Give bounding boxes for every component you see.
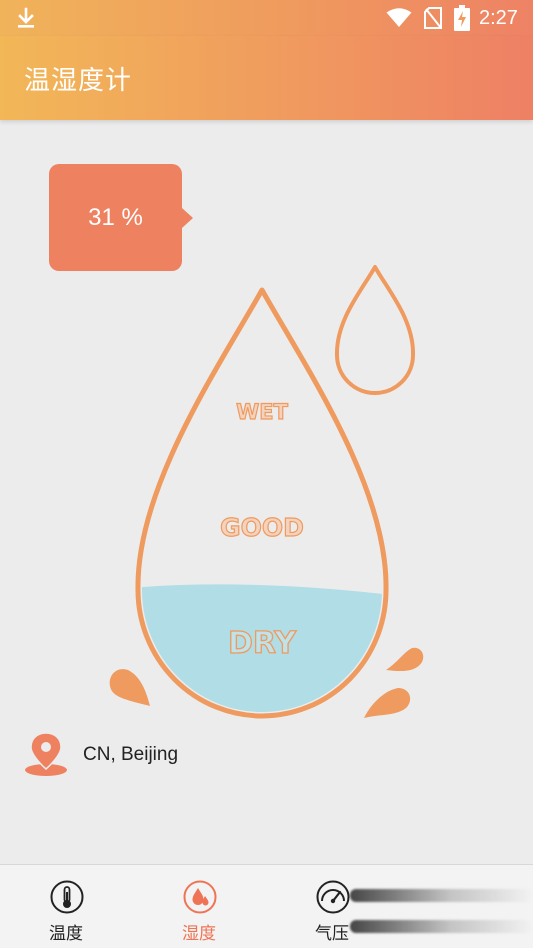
location-row[interactable]: CN, Beijing xyxy=(24,731,324,777)
nav-pressure[interactable]: 气压 xyxy=(267,865,397,948)
label-dry: DRY xyxy=(228,626,297,661)
nav-humidity[interactable]: 湿度 xyxy=(134,865,264,948)
blur-streak xyxy=(350,920,533,933)
wifi-icon xyxy=(386,8,412,27)
thermometer-icon xyxy=(50,880,84,914)
status-bar: 2:27 xyxy=(0,0,533,36)
humidity-drop-illustration: WET GOOD DRY xyxy=(109,265,424,719)
page-title: 温湿度计 xyxy=(24,66,133,96)
splash-drop-right-upper xyxy=(386,647,424,672)
download-icon xyxy=(18,7,34,28)
bottom-navigation: 温度 湿度 气压 xyxy=(0,864,533,948)
small-drop-outline xyxy=(334,265,416,395)
humidity-drop-icon xyxy=(183,880,217,914)
splash-drop-right-lower xyxy=(364,688,411,718)
nav-label-temperature: 温度 xyxy=(49,924,83,944)
status-time: 2:27 xyxy=(479,7,518,29)
pressure-gauge-icon xyxy=(316,880,350,914)
humidity-value: 31 % xyxy=(88,204,143,231)
app-bar: 温湿度计 xyxy=(0,36,533,120)
label-wet: WET xyxy=(236,400,289,424)
location-pin-icon xyxy=(25,732,67,776)
no-sim-icon xyxy=(424,7,442,29)
nav-temperature[interactable]: 温度 xyxy=(1,865,131,948)
splash-drop-left xyxy=(109,669,150,706)
nav-label-humidity: 湿度 xyxy=(182,924,216,944)
location-city: CN, Beijing xyxy=(83,744,179,765)
label-good: GOOD xyxy=(220,513,304,542)
battery-charging-icon xyxy=(454,5,470,31)
blur-streak xyxy=(350,889,533,902)
